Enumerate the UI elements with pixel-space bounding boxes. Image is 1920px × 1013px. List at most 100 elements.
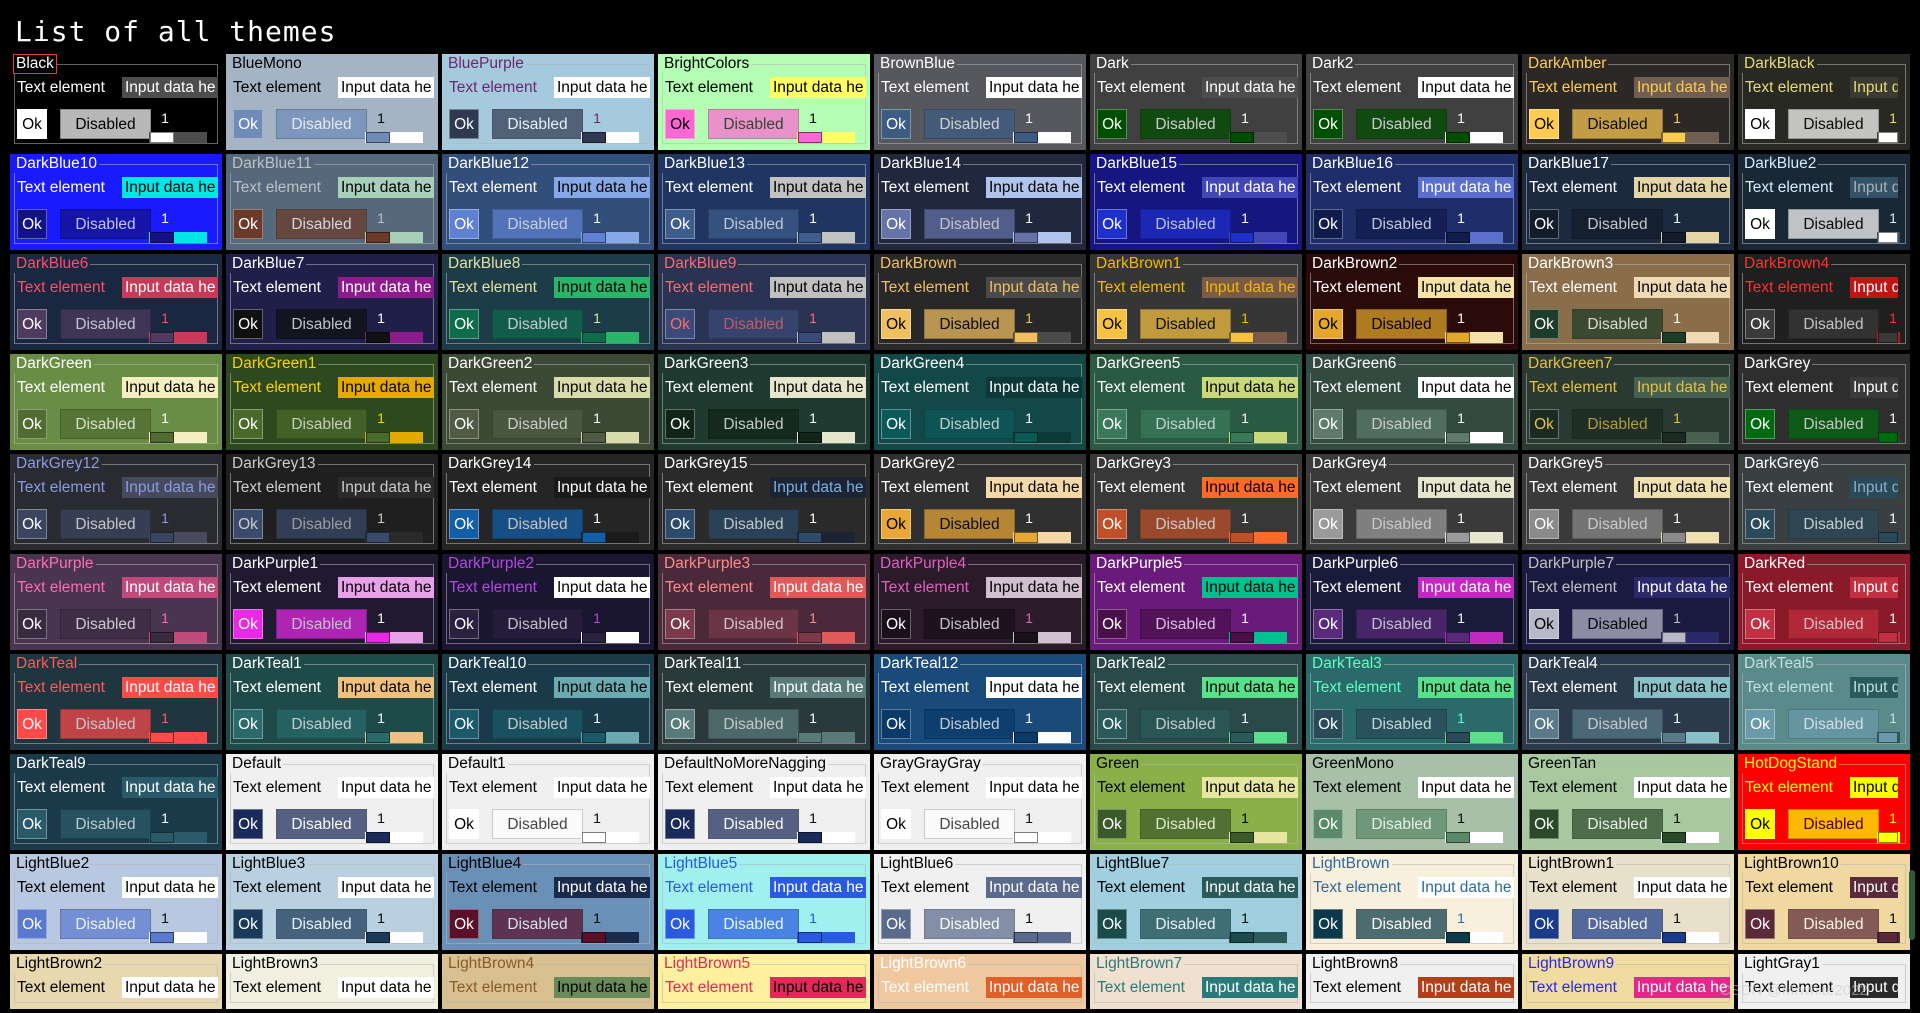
slider-thumb[interactable] (150, 432, 174, 443)
slider-thumb[interactable] (1014, 532, 1038, 543)
input-field[interactable]: Input data he (554, 677, 650, 698)
ok-button[interactable]: Ok (881, 709, 911, 739)
input-field[interactable]: Input data he (1418, 77, 1514, 98)
input-field[interactable]: Input data he (986, 77, 1082, 98)
slider-thumb[interactable] (1446, 332, 1470, 343)
input-field[interactable]: Input data he (1634, 577, 1730, 598)
ok-button[interactable]: Ok (1745, 209, 1775, 239)
slider-thumb[interactable] (1014, 832, 1038, 843)
ok-button[interactable]: Ok (449, 809, 479, 839)
input-field[interactable]: Input d (1850, 77, 1898, 98)
ok-button[interactable]: Ok (17, 309, 47, 339)
ok-button[interactable]: Ok (449, 409, 479, 439)
slider-thumb[interactable] (1230, 132, 1254, 143)
input-field[interactable]: Input data he (554, 477, 650, 498)
input-field[interactable]: Input data he (1418, 377, 1514, 398)
ok-button[interactable]: Ok (1313, 709, 1343, 739)
ok-button[interactable]: Ok (17, 209, 47, 239)
ok-button[interactable]: Ok (1745, 509, 1775, 539)
ok-button[interactable]: Ok (449, 609, 479, 639)
ok-button[interactable]: Ok (881, 609, 911, 639)
slider-thumb[interactable] (1014, 432, 1038, 443)
ok-button[interactable]: Ok (17, 409, 47, 439)
input-field[interactable]: Input data he (1418, 777, 1514, 798)
input-field[interactable]: Input data he (122, 777, 218, 798)
ok-button[interactable]: Ok (1745, 109, 1775, 139)
ok-button[interactable]: Ok (1529, 209, 1559, 239)
input-field[interactable]: Input data he (554, 577, 650, 598)
slider-thumb[interactable] (1446, 632, 1470, 643)
ok-button[interactable]: Ok (1097, 109, 1127, 139)
ok-button[interactable]: Ok (1313, 209, 1343, 239)
input-field[interactable]: Input data he (770, 377, 866, 398)
slider-thumb[interactable] (150, 632, 174, 643)
input-field[interactable]: Input data he (338, 977, 434, 998)
input-field[interactable]: Input data he (770, 277, 866, 298)
ok-button[interactable]: Ok (1529, 709, 1559, 739)
ok-button[interactable]: Ok (881, 909, 911, 939)
input-field[interactable]: Input data he (1634, 277, 1730, 298)
input-field[interactable]: Input data he (122, 677, 218, 698)
slider-thumb[interactable] (1014, 332, 1038, 343)
ok-button[interactable]: Ok (449, 209, 479, 239)
slider-thumb[interactable] (1662, 932, 1686, 943)
slider-thumb[interactable] (366, 232, 390, 243)
ok-button[interactable]: Ok (1745, 709, 1775, 739)
slider-thumb[interactable] (366, 532, 390, 543)
input-field[interactable]: Input data he (1634, 877, 1730, 898)
ok-button[interactable]: Ok (1313, 409, 1343, 439)
input-field[interactable]: Input data he (554, 977, 650, 998)
slider-thumb[interactable] (1446, 232, 1470, 243)
slider-thumb[interactable] (798, 132, 822, 143)
input-field[interactable]: Input data he (338, 177, 434, 198)
slider-thumb[interactable] (1878, 632, 1898, 643)
input-field[interactable]: Input data he (770, 677, 866, 698)
slider-thumb[interactable] (1878, 132, 1898, 143)
ok-button[interactable]: Ok (233, 109, 263, 139)
slider-thumb[interactable] (798, 432, 822, 443)
ok-button[interactable]: Ok (233, 509, 263, 539)
input-field[interactable]: Input data he (1418, 477, 1514, 498)
ok-button[interactable]: Ok (1745, 909, 1775, 939)
slider-thumb[interactable] (1878, 432, 1898, 443)
slider-thumb[interactable] (1878, 732, 1898, 743)
ok-button[interactable]: Ok (1529, 609, 1559, 639)
input-field[interactable]: Input data he (1634, 677, 1730, 698)
ok-button[interactable]: Ok (1097, 409, 1127, 439)
slider-thumb[interactable] (1014, 932, 1038, 943)
slider-thumb[interactable] (582, 432, 606, 443)
input-field[interactable]: Input data he (1634, 977, 1730, 998)
ok-button[interactable]: Ok (665, 609, 695, 639)
slider-thumb[interactable] (1446, 132, 1470, 143)
input-field[interactable]: Input data he (338, 377, 434, 398)
slider-thumb[interactable] (1446, 932, 1470, 943)
slider-thumb[interactable] (582, 532, 606, 543)
ok-button[interactable]: Ok (1097, 809, 1127, 839)
slider-thumb[interactable] (798, 232, 822, 243)
slider-thumb[interactable] (582, 132, 606, 143)
ok-button[interactable]: Ok (449, 909, 479, 939)
slider-thumb[interactable] (1662, 132, 1686, 143)
ok-button[interactable]: Ok (233, 609, 263, 639)
slider-thumb[interactable] (1662, 732, 1686, 743)
slider-thumb[interactable] (1878, 832, 1898, 843)
slider-thumb[interactable] (582, 832, 606, 843)
input-field[interactable]: Input data he (338, 777, 434, 798)
ok-button[interactable]: Ok (1097, 709, 1127, 739)
slider-thumb[interactable] (1878, 232, 1898, 243)
input-field[interactable]: Input data he (1634, 377, 1730, 398)
ok-button[interactable]: Ok (233, 809, 263, 839)
slider-thumb[interactable] (1446, 532, 1470, 543)
slider-thumb[interactable] (1230, 632, 1254, 643)
ok-button[interactable]: Ok (17, 509, 47, 539)
ok-button[interactable]: Ok (1745, 809, 1775, 839)
slider-thumb[interactable] (1230, 932, 1254, 943)
ok-button[interactable]: Ok (1529, 809, 1559, 839)
ok-button[interactable]: Ok (1745, 609, 1775, 639)
input-field[interactable]: Input d (1850, 477, 1898, 498)
ok-button[interactable]: Ok (665, 209, 695, 239)
input-field[interactable]: Input data he (1634, 77, 1730, 98)
slider-thumb[interactable] (1662, 632, 1686, 643)
ok-button[interactable]: Ok (1529, 909, 1559, 939)
ok-button[interactable]: Ok (17, 809, 47, 839)
